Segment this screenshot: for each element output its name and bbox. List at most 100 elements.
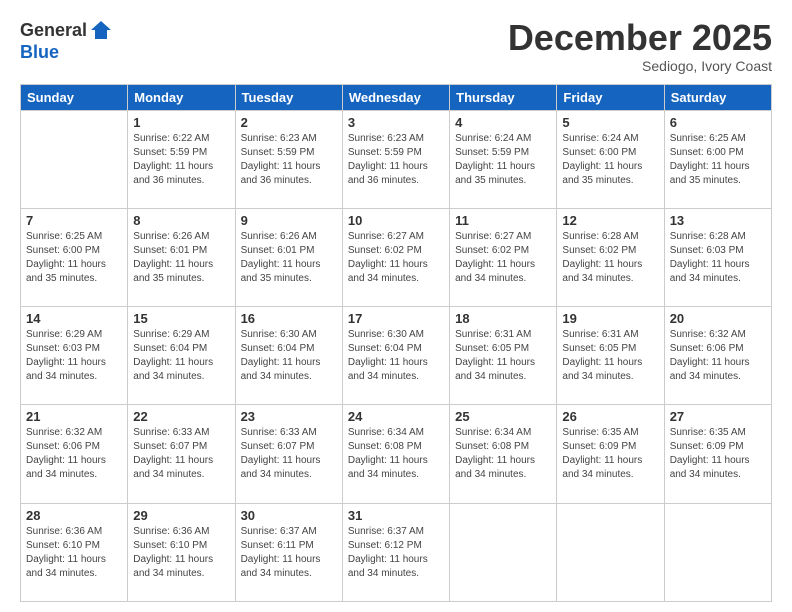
day-info: Sunrise: 6:26 AMSunset: 6:01 PMDaylight:…	[133, 230, 229, 286]
day-info: Sunrise: 6:33 AMSunset: 6:07 PMDaylight:…	[241, 426, 337, 482]
day-info: Sunrise: 6:27 AMSunset: 6:02 PMDaylight:…	[455, 230, 551, 286]
day-number: 27	[670, 409, 766, 424]
day-info: Sunrise: 6:37 AMSunset: 6:12 PMDaylight:…	[348, 525, 444, 581]
header-sunday: Sunday	[21, 84, 128, 110]
week-row-1: 1 Sunrise: 6:22 AMSunset: 5:59 PMDayligh…	[21, 110, 772, 208]
calendar-page: General Blue December 2025 Sediogo, Ivor…	[0, 0, 792, 612]
cell-week3-day5: 19 Sunrise: 6:31 AMSunset: 6:05 PMDaylig…	[557, 307, 664, 405]
day-number: 28	[26, 508, 122, 523]
day-info: Sunrise: 6:25 AMSunset: 6:00 PMDaylight:…	[670, 132, 766, 188]
day-info: Sunrise: 6:24 AMSunset: 6:00 PMDaylight:…	[562, 132, 658, 188]
cell-week3-day2: 16 Sunrise: 6:30 AMSunset: 6:04 PMDaylig…	[235, 307, 342, 405]
day-info: Sunrise: 6:31 AMSunset: 6:05 PMDaylight:…	[455, 328, 551, 384]
day-number: 25	[455, 409, 551, 424]
cell-week1-day5: 5 Sunrise: 6:24 AMSunset: 6:00 PMDayligh…	[557, 110, 664, 208]
day-info: Sunrise: 6:22 AMSunset: 5:59 PMDaylight:…	[133, 132, 229, 188]
header-monday: Monday	[128, 84, 235, 110]
day-number: 1	[133, 115, 229, 130]
day-info: Sunrise: 6:28 AMSunset: 6:02 PMDaylight:…	[562, 230, 658, 286]
week-row-2: 7 Sunrise: 6:25 AMSunset: 6:00 PMDayligh…	[21, 208, 772, 306]
day-number: 26	[562, 409, 658, 424]
day-number: 10	[348, 213, 444, 228]
day-number: 8	[133, 213, 229, 228]
day-info: Sunrise: 6:31 AMSunset: 6:05 PMDaylight:…	[562, 328, 658, 384]
day-info: Sunrise: 6:26 AMSunset: 6:01 PMDaylight:…	[241, 230, 337, 286]
day-number: 30	[241, 508, 337, 523]
calendar-table: Sunday Monday Tuesday Wednesday Thursday…	[20, 84, 772, 602]
cell-week3-day3: 17 Sunrise: 6:30 AMSunset: 6:04 PMDaylig…	[342, 307, 449, 405]
day-info: Sunrise: 6:29 AMSunset: 6:03 PMDaylight:…	[26, 328, 122, 384]
day-info: Sunrise: 6:34 AMSunset: 6:08 PMDaylight:…	[455, 426, 551, 482]
cell-week5-day6	[664, 503, 771, 601]
logo: General Blue	[20, 18, 113, 63]
day-info: Sunrise: 6:32 AMSunset: 6:06 PMDaylight:…	[670, 328, 766, 384]
cell-week1-day2: 2 Sunrise: 6:23 AMSunset: 5:59 PMDayligh…	[235, 110, 342, 208]
cell-week1-day0	[21, 110, 128, 208]
cell-week4-day4: 25 Sunrise: 6:34 AMSunset: 6:08 PMDaylig…	[450, 405, 557, 503]
day-number: 15	[133, 311, 229, 326]
day-info: Sunrise: 6:35 AMSunset: 6:09 PMDaylight:…	[562, 426, 658, 482]
day-number: 7	[26, 213, 122, 228]
weekday-header-row: Sunday Monday Tuesday Wednesday Thursday…	[21, 84, 772, 110]
day-info: Sunrise: 6:25 AMSunset: 6:00 PMDaylight:…	[26, 230, 122, 286]
day-number: 12	[562, 213, 658, 228]
cell-week4-day5: 26 Sunrise: 6:35 AMSunset: 6:09 PMDaylig…	[557, 405, 664, 503]
cell-week3-day1: 15 Sunrise: 6:29 AMSunset: 6:04 PMDaylig…	[128, 307, 235, 405]
day-number: 14	[26, 311, 122, 326]
cell-week2-day2: 9 Sunrise: 6:26 AMSunset: 6:01 PMDayligh…	[235, 208, 342, 306]
day-number: 24	[348, 409, 444, 424]
cell-week2-day4: 11 Sunrise: 6:27 AMSunset: 6:02 PMDaylig…	[450, 208, 557, 306]
cell-week2-day5: 12 Sunrise: 6:28 AMSunset: 6:02 PMDaylig…	[557, 208, 664, 306]
day-number: 4	[455, 115, 551, 130]
logo-icon	[89, 18, 113, 42]
day-info: Sunrise: 6:23 AMSunset: 5:59 PMDaylight:…	[348, 132, 444, 188]
day-info: Sunrise: 6:33 AMSunset: 6:07 PMDaylight:…	[133, 426, 229, 482]
month-title: December 2025	[508, 18, 772, 58]
day-number: 18	[455, 311, 551, 326]
week-row-3: 14 Sunrise: 6:29 AMSunset: 6:03 PMDaylig…	[21, 307, 772, 405]
location-subtitle: Sediogo, Ivory Coast	[508, 58, 772, 74]
cell-week5-day0: 28 Sunrise: 6:36 AMSunset: 6:10 PMDaylig…	[21, 503, 128, 601]
cell-week3-day0: 14 Sunrise: 6:29 AMSunset: 6:03 PMDaylig…	[21, 307, 128, 405]
day-number: 6	[670, 115, 766, 130]
page-header: General Blue December 2025 Sediogo, Ivor…	[20, 18, 772, 74]
header-tuesday: Tuesday	[235, 84, 342, 110]
day-number: 20	[670, 311, 766, 326]
day-number: 13	[670, 213, 766, 228]
cell-week5-day5	[557, 503, 664, 601]
day-number: 31	[348, 508, 444, 523]
cell-week1-day1: 1 Sunrise: 6:22 AMSunset: 5:59 PMDayligh…	[128, 110, 235, 208]
day-info: Sunrise: 6:32 AMSunset: 6:06 PMDaylight:…	[26, 426, 122, 482]
day-number: 29	[133, 508, 229, 523]
cell-week4-day2: 23 Sunrise: 6:33 AMSunset: 6:07 PMDaylig…	[235, 405, 342, 503]
day-number: 17	[348, 311, 444, 326]
day-info: Sunrise: 6:30 AMSunset: 6:04 PMDaylight:…	[241, 328, 337, 384]
day-number: 21	[26, 409, 122, 424]
header-friday: Friday	[557, 84, 664, 110]
day-number: 23	[241, 409, 337, 424]
day-number: 3	[348, 115, 444, 130]
header-thursday: Thursday	[450, 84, 557, 110]
week-row-4: 21 Sunrise: 6:32 AMSunset: 6:06 PMDaylig…	[21, 405, 772, 503]
cell-week5-day4	[450, 503, 557, 601]
cell-week1-day4: 4 Sunrise: 6:24 AMSunset: 5:59 PMDayligh…	[450, 110, 557, 208]
day-info: Sunrise: 6:23 AMSunset: 5:59 PMDaylight:…	[241, 132, 337, 188]
header-saturday: Saturday	[664, 84, 771, 110]
cell-week3-day4: 18 Sunrise: 6:31 AMSunset: 6:05 PMDaylig…	[450, 307, 557, 405]
cell-week5-day3: 31 Sunrise: 6:37 AMSunset: 6:12 PMDaylig…	[342, 503, 449, 601]
day-info: Sunrise: 6:27 AMSunset: 6:02 PMDaylight:…	[348, 230, 444, 286]
day-number: 11	[455, 213, 551, 228]
cell-week5-day1: 29 Sunrise: 6:36 AMSunset: 6:10 PMDaylig…	[128, 503, 235, 601]
week-row-5: 28 Sunrise: 6:36 AMSunset: 6:10 PMDaylig…	[21, 503, 772, 601]
cell-week2-day1: 8 Sunrise: 6:26 AMSunset: 6:01 PMDayligh…	[128, 208, 235, 306]
day-info: Sunrise: 6:35 AMSunset: 6:09 PMDaylight:…	[670, 426, 766, 482]
cell-week2-day6: 13 Sunrise: 6:28 AMSunset: 6:03 PMDaylig…	[664, 208, 771, 306]
logo-blue-text: Blue	[20, 42, 59, 62]
title-block: December 2025 Sediogo, Ivory Coast	[508, 18, 772, 74]
cell-week2-day3: 10 Sunrise: 6:27 AMSunset: 6:02 PMDaylig…	[342, 208, 449, 306]
cell-week4-day6: 27 Sunrise: 6:35 AMSunset: 6:09 PMDaylig…	[664, 405, 771, 503]
cell-week1-day3: 3 Sunrise: 6:23 AMSunset: 5:59 PMDayligh…	[342, 110, 449, 208]
day-number: 16	[241, 311, 337, 326]
day-info: Sunrise: 6:36 AMSunset: 6:10 PMDaylight:…	[133, 525, 229, 581]
day-info: Sunrise: 6:28 AMSunset: 6:03 PMDaylight:…	[670, 230, 766, 286]
